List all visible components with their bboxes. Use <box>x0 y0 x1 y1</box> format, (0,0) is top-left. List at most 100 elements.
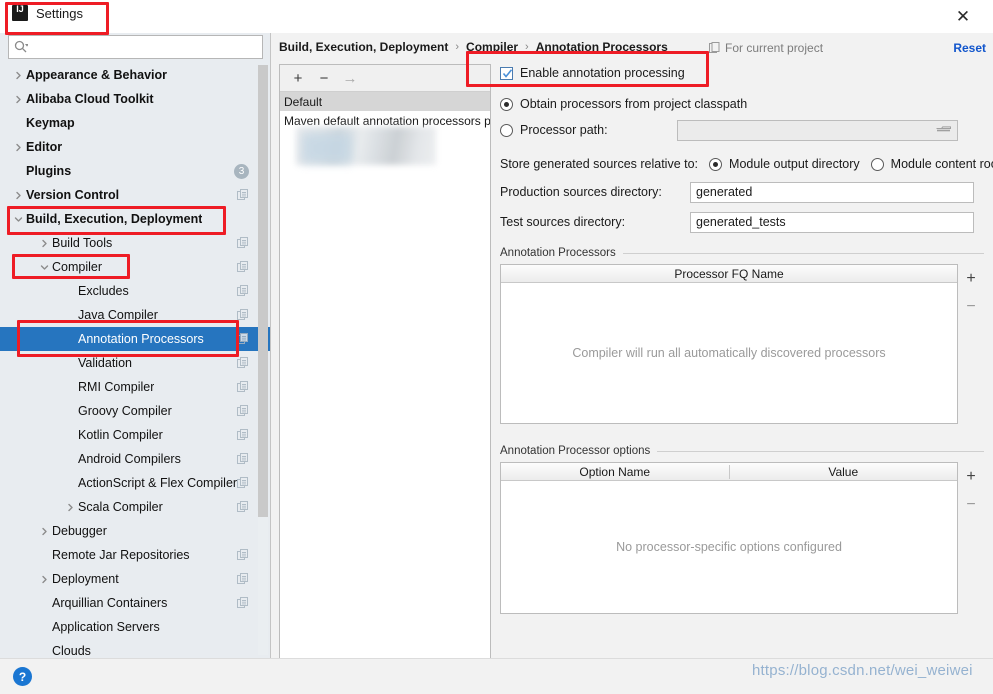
chevron-right-icon[interactable] <box>40 527 49 536</box>
sidebar-item-label: ActionScript & Flex Compiler <box>78 476 238 490</box>
sidebar-item-rmi-compiler[interactable]: RMI Compiler <box>0 375 270 399</box>
project-scope-icon <box>237 333 248 344</box>
sidebar-item-label: Excludes <box>78 284 129 298</box>
expand-arrow[interactable] <box>10 135 26 159</box>
expand-arrow[interactable] <box>62 495 78 519</box>
chevron-right-icon[interactable] <box>14 191 23 200</box>
sidebar-item-scala-compiler[interactable]: Scala Compiler <box>0 495 270 519</box>
sidebar-item-label: Plugins <box>26 164 72 178</box>
expand-arrow[interactable] <box>10 87 26 111</box>
divider-line <box>622 252 984 254</box>
sidebar-item-build-execution-deployment[interactable]: Build, Execution, Deployment <box>0 207 270 231</box>
module-output-directory-radio[interactable] <box>709 157 723 171</box>
expand-arrow[interactable] <box>36 519 52 543</box>
sidebar-item-java-compiler[interactable]: Java Compiler <box>0 303 270 327</box>
sidebar-item-editor[interactable]: Editor <box>0 135 270 159</box>
enable-annotation-processing-row[interactable]: Enable annotation processing <box>500 61 986 85</box>
folder-icon[interactable] <box>936 125 951 137</box>
obtain-from-classpath-row[interactable]: Obtain processors from project classpath <box>500 91 986 117</box>
help-icon[interactable]: ? <box>13 667 32 686</box>
move-profile-button[interactable]: → <box>339 67 361 89</box>
sidebar-item-deployment[interactable]: Deployment <box>0 567 270 591</box>
sidebar-item-kotlin-compiler[interactable]: Kotlin Compiler <box>0 423 270 447</box>
sidebar-item-compiler[interactable]: Compiler <box>0 255 270 279</box>
breadcrumb-item-1[interactable]: Compiler <box>466 40 518 54</box>
settings-dialog: Settings ✕ Appearance & Behavior Alibaba … <box>0 0 993 694</box>
sidebar-item-appearance-behavior[interactable]: Appearance & Behavior <box>0 63 270 87</box>
breadcrumb-item-0[interactable]: Build, Execution, Deployment <box>279 40 448 54</box>
sidebar-item-android-compilers[interactable]: Android Compilers <box>0 447 270 471</box>
processor-options-table[interactable]: Option Name Value No processor-specific … <box>500 462 976 614</box>
expand-arrow[interactable] <box>10 63 26 87</box>
sidebar-item-keymap[interactable]: Keymap <box>0 111 270 135</box>
processor-path-radio[interactable] <box>500 123 513 137</box>
chevron-right-icon[interactable] <box>40 239 49 248</box>
chevron-right-icon[interactable] <box>40 575 49 584</box>
sidebar-item-plugins[interactable]: Plugins 3 <box>0 159 270 183</box>
expand-arrow[interactable] <box>36 255 52 279</box>
obtain-from-classpath-radio[interactable] <box>500 97 513 111</box>
annotation-processors-table-actions: + − <box>959 265 983 321</box>
sidebar-item-alibaba-cloud-toolkit[interactable]: Alibaba Cloud Toolkit <box>0 87 270 111</box>
search-field-wrapper <box>8 35 263 59</box>
sidebar-scrollbar-thumb[interactable] <box>258 65 268 517</box>
profile-list-item[interactable]: Default <box>280 92 490 111</box>
chevron-down-icon[interactable] <box>40 263 49 272</box>
for-current-project-label: For current project <box>725 41 824 55</box>
processor-options-empty-message: No processor-specific options configured <box>616 540 842 554</box>
processor-path-input[interactable] <box>676 119 958 141</box>
divider-line <box>657 450 984 452</box>
expand-arrow[interactable] <box>10 183 26 207</box>
chevron-down-icon[interactable] <box>14 215 23 224</box>
column-header-option-name[interactable]: Option Name <box>501 465 729 479</box>
sidebar-item-build-tools[interactable]: Build Tools <box>0 231 270 255</box>
sidebar-item-label: Arquillian Containers <box>52 596 168 610</box>
chevron-right-icon[interactable] <box>66 503 75 512</box>
column-header-value[interactable]: Value <box>728 464 958 479</box>
expand-arrow <box>62 327 78 351</box>
profile-label: Default <box>284 94 323 109</box>
add-profile-button[interactable]: + <box>287 67 309 89</box>
sidebar-item-groovy-compiler[interactable]: Groovy Compiler <box>0 399 270 423</box>
add-option-button[interactable]: + <box>959 463 983 491</box>
enable-annotation-processing-checkbox[interactable] <box>500 66 513 80</box>
remove-processor-button[interactable]: − <box>959 293 983 321</box>
sidebar-item-version-control[interactable]: Version Control <box>0 183 270 207</box>
project-scope-icon <box>237 501 248 512</box>
sidebar-item-application-servers[interactable]: Application Servers <box>0 615 270 639</box>
sidebar-item-remote-jar-repositories[interactable]: Remote Jar Repositories <box>0 543 270 567</box>
column-header-processor-fq-name[interactable]: Processor FQ Name <box>501 267 957 281</box>
search-input[interactable] <box>8 35 263 59</box>
add-processor-button[interactable]: + <box>959 265 983 293</box>
test-sources-input[interactable]: generated_tests <box>690 211 974 233</box>
sidebar-item-validation[interactable]: Validation <box>0 351 270 375</box>
project-scope-icon <box>237 237 248 248</box>
chevron-right-icon[interactable] <box>14 71 23 80</box>
intellij-idea-logo-icon <box>12 4 28 21</box>
expand-arrow[interactable] <box>36 567 52 591</box>
sidebar-item-actionscript-flex-compiler[interactable]: ActionScript & Flex Compiler <box>0 471 270 495</box>
expand-arrow <box>10 111 26 135</box>
sidebar-item-annotation-processors[interactable]: Annotation Processors <box>0 327 270 351</box>
reset-link[interactable]: Reset <box>953 41 986 55</box>
module-content-root-radio[interactable] <box>870 157 884 171</box>
close-icon[interactable]: ✕ <box>941 0 985 33</box>
test-sources-label: Test sources directory: <box>500 215 626 229</box>
sidebar-item-arquillian-containers[interactable]: Arquillian Containers <box>0 591 270 615</box>
annotation-processors-table[interactable]: Processor FQ Name Compiler will run all … <box>500 264 976 424</box>
production-sources-input[interactable]: generated <box>690 181 974 203</box>
expand-arrow[interactable] <box>10 207 26 231</box>
sidebar-item-label: Version Control <box>26 188 120 202</box>
sidebar-item-clouds[interactable]: Clouds <box>0 639 270 658</box>
processor-path-row[interactable]: Processor path: <box>500 117 986 143</box>
chevron-right-icon[interactable] <box>14 95 23 104</box>
remove-option-button[interactable]: − <box>959 491 983 519</box>
remove-profile-button[interactable]: − <box>313 67 335 89</box>
settings-sidebar: Appearance & Behavior Alibaba Cloud Toolk… <box>0 33 271 658</box>
sidebar-item-debugger[interactable]: Debugger <box>0 519 270 543</box>
sidebar-item-excludes[interactable]: Excludes <box>0 279 270 303</box>
store-generated-row: Store generated sources relative to: Mod… <box>500 151 993 177</box>
chevron-right-icon[interactable] <box>14 143 23 152</box>
processor-options-group-title: Annotation Processor options <box>500 445 651 457</box>
expand-arrow[interactable] <box>36 231 52 255</box>
